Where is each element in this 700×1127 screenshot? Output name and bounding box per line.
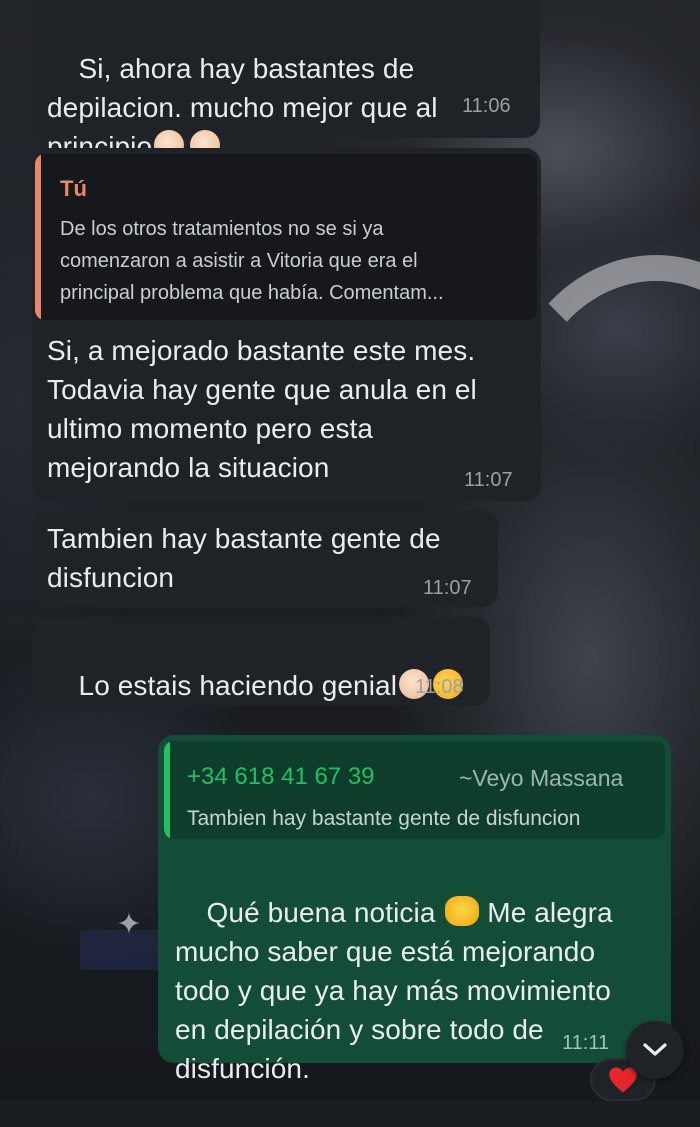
quote-accent-bar (35, 154, 41, 320)
quote-text-line: comenzaron a asistir a Vitoria que era e… (60, 250, 418, 272)
message-time: 11:06 (462, 95, 511, 117)
quote-text-line: De los otros tratamientos no se si ya (60, 218, 384, 240)
quoted-message[interactable]: +34 618 41 67 39 ~Veyo Massana Tambien h… (164, 741, 665, 839)
message-time: 11:11 (562, 1032, 610, 1054)
quoted-message[interactable]: Tú De los otros tratamientos no se si ya… (35, 154, 537, 320)
scroll-to-bottom-button[interactable] (626, 1021, 684, 1079)
message-text: Tambien hay bastante gente de disfuncion (47, 523, 441, 593)
quote-sender-name: ~Veyo Massana (459, 765, 624, 791)
message-time: 11:07 (464, 469, 513, 491)
wallpaper-star-icon: ✦ (116, 908, 142, 941)
quote-author: Tú (60, 176, 87, 201)
message-text-start: Qué buena noticia (206, 897, 444, 928)
quote-text: Tambien hay bastante gente de disfuncion (187, 807, 581, 830)
incoming-message[interactable]: Lo estais haciendo genial 11:08 (32, 617, 490, 706)
message-time: 11:07 (423, 577, 472, 599)
message-text: Si, ahora hay bastantes de depilacion. m… (47, 53, 438, 162)
quote-text-line: principal problema que había. Comentam..… (60, 282, 444, 304)
incoming-message[interactable]: Tú De los otros tratamientos no se si ya… (32, 148, 541, 501)
message-text-after-emoji: Me alegra (479, 897, 613, 928)
message-time: 11:08 (415, 676, 464, 698)
raising-hands-emoji-icon (445, 896, 480, 926)
incoming-message[interactable]: Si, ahora hay bastantes de depilacion. m… (32, 0, 540, 162)
message-text: Lo estais haciendo genial (78, 670, 398, 701)
message-text-rest: mucho saber que está mejorando todo y qu… (175, 936, 611, 1084)
outgoing-message[interactable]: +34 618 41 67 39 ~Veyo Massana Tambien h… (158, 735, 671, 1084)
chevron-down-icon (643, 1043, 667, 1056)
message-text: Si, a mejorado bastante este mes. Todavi… (47, 335, 477, 483)
quote-accent-bar (164, 741, 170, 839)
quote-sender-phone: +34 618 41 67 39 (187, 763, 375, 790)
incoming-message[interactable]: Tambien hay bastante gente de disfuncion… (32, 510, 498, 607)
